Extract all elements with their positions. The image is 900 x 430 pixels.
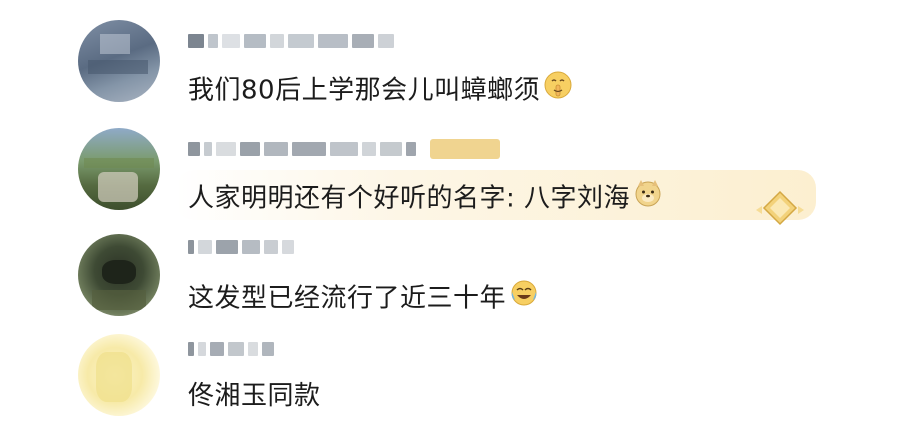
comment-text-content: 我们80后上学那会儿叫蟑螂须 [188,75,541,106]
avatar[interactable] [78,20,160,102]
comment-text: 我们80后上学那会儿叫蟑螂须 [188,70,573,110]
avatar[interactable] [78,128,160,210]
username[interactable] [188,32,394,50]
avatar[interactable] [78,334,160,416]
comment-text: 佟湘玉同款 [188,380,321,412]
comment-text-content: 人家明明还有个好听的名字: 八字刘海 [188,183,631,214]
comment-item: 人家明明还有个好听的名字: 八字刘海 [0,110,900,226]
comment-text: 人家明明还有个好听的名字: 八字刘海 [188,180,663,218]
doge-face-emoji [633,178,663,216]
comment-item: 佟湘玉同款 [0,320,900,430]
username[interactable] [188,340,274,358]
shh-face-emoji [543,70,573,108]
comment-item: 这发型已经流行了近三十年 [0,220,900,320]
avatar[interactable] [78,234,160,316]
username[interactable] [188,238,294,256]
comment-text-content: 这发型已经流行了近三十年 [188,283,507,314]
user-level-badge [430,139,500,159]
comment-text-content: 佟湘玉同款 [188,381,321,411]
username[interactable] [188,139,500,159]
comment-text: 这发型已经流行了近三十年 [188,280,539,318]
laugh-cry-emoji [509,278,539,316]
comment-item: 我们80后上学那会儿叫蟑螂须 [0,0,900,110]
